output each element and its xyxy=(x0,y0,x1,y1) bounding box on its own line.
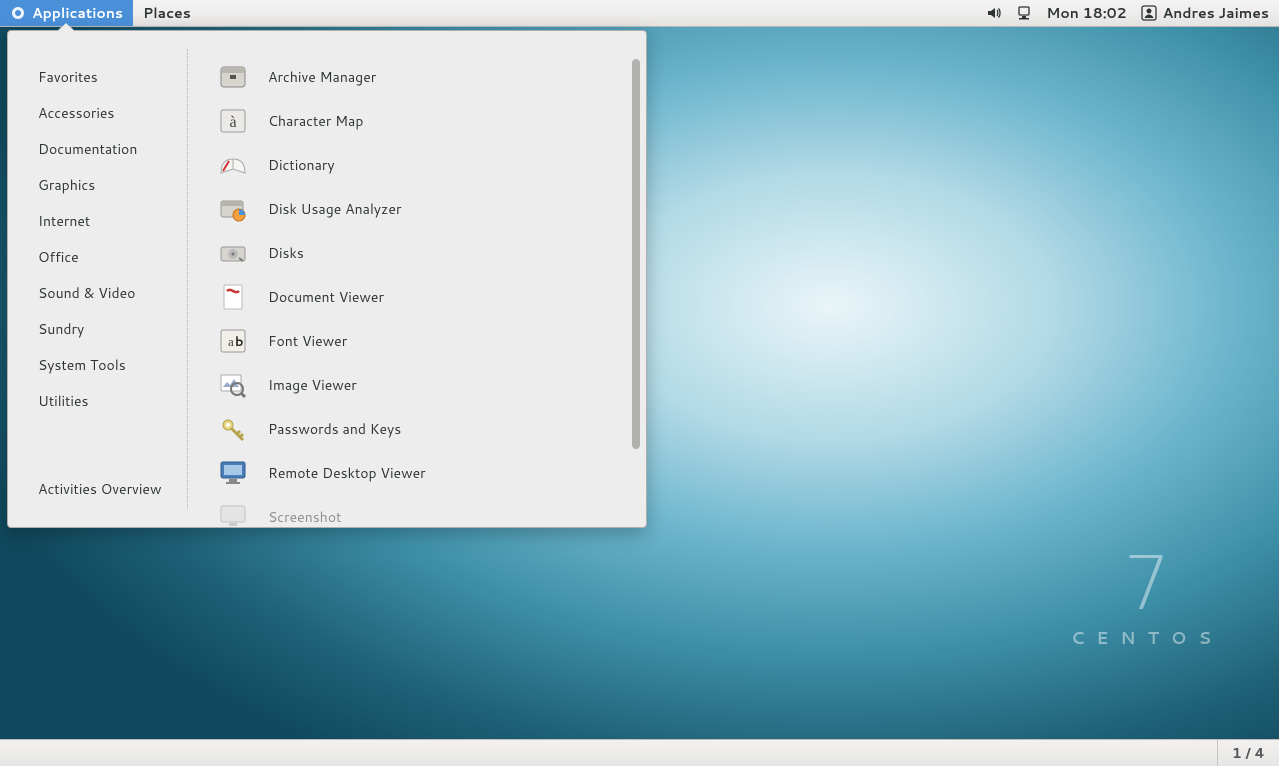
disk-usage-analyzer-icon xyxy=(216,192,250,226)
clock-label: Mon 18:02 xyxy=(1046,3,1126,23)
dictionary-icon xyxy=(216,148,250,182)
network-indicator[interactable] xyxy=(1016,5,1032,21)
category-accessories[interactable]: Accessories xyxy=(8,95,187,131)
document-viewer-icon xyxy=(216,280,250,314)
svg-text:a: a xyxy=(228,334,234,349)
top-panel: Applications Places Mon 18:02 Andres Jai… xyxy=(0,0,1279,27)
volume-indicator[interactable] xyxy=(986,5,1002,21)
workspace-label: 1 / 4 xyxy=(1232,743,1265,763)
app-label: Dictionary xyxy=(268,155,335,175)
app-disk-usage-analyzer[interactable]: Disk Usage Analyzer xyxy=(216,187,632,231)
category-graphics[interactable]: Graphics xyxy=(8,167,187,203)
app-remote-desktop-viewer[interactable]: Remote Desktop Viewer xyxy=(216,451,632,495)
app-font-viewer[interactable]: ab Font Viewer xyxy=(216,319,632,363)
bottom-panel: 1 / 4 xyxy=(0,739,1279,766)
system-tray: Mon 18:02 Andres Jaimes xyxy=(986,0,1279,26)
app-label: Font Viewer xyxy=(268,331,347,351)
category-sundry[interactable]: Sundry xyxy=(8,311,187,347)
app-list-scrollbar[interactable] xyxy=(632,59,640,449)
app-image-viewer[interactable]: Image Viewer xyxy=(216,363,632,407)
places-menu-button[interactable]: Places xyxy=(133,0,201,26)
svg-text:à: à xyxy=(229,114,236,131)
passwords-keys-icon xyxy=(216,412,250,446)
remote-desktop-icon xyxy=(216,456,250,490)
app-label: Remote Desktop Viewer xyxy=(268,463,426,483)
image-viewer-icon xyxy=(216,368,250,402)
category-documentation[interactable]: Documentation xyxy=(8,131,187,167)
app-label: Disks xyxy=(268,243,304,263)
places-menu-label: Places xyxy=(143,3,191,23)
menu-apps-pane: Archive Manager à Character Map Dictiona… xyxy=(188,31,646,527)
app-passwords-and-keys[interactable]: Passwords and Keys xyxy=(216,407,632,451)
svg-text:b: b xyxy=(235,333,244,351)
app-label: Screenshot xyxy=(268,507,341,527)
category-system-tools[interactable]: System Tools xyxy=(8,347,187,383)
user-menu-label: Andres Jaimes xyxy=(1163,3,1269,23)
app-document-viewer[interactable]: Document Viewer xyxy=(216,275,632,319)
app-disks[interactable]: Disks xyxy=(216,231,632,275)
app-screenshot[interactable]: Screenshot xyxy=(216,495,632,527)
app-label: Character Map xyxy=(268,111,363,131)
app-label: Archive Manager xyxy=(268,67,376,87)
category-office[interactable]: Office xyxy=(8,239,187,275)
app-label: Disk Usage Analyzer xyxy=(268,199,401,219)
category-utilities[interactable]: Utilities xyxy=(8,383,187,419)
applications-menu-label: Applications xyxy=(32,3,123,23)
app-label: Passwords and Keys xyxy=(268,419,401,439)
app-label: Document Viewer xyxy=(268,287,384,307)
user-icon xyxy=(1141,5,1157,21)
app-dictionary[interactable]: Dictionary xyxy=(216,143,632,187)
desktop-branding: 7 CENTOS xyxy=(1071,551,1223,650)
activities-overview-button[interactable]: Activities Overview xyxy=(8,467,187,509)
app-label: Image Viewer xyxy=(268,375,357,395)
workspace-switcher[interactable]: 1 / 4 xyxy=(1217,740,1279,766)
app-archive-manager[interactable]: Archive Manager xyxy=(216,55,632,99)
user-menu[interactable]: Andres Jaimes xyxy=(1141,3,1269,23)
archive-manager-icon xyxy=(216,60,250,94)
category-sound-video[interactable]: Sound & Video xyxy=(8,275,187,311)
brand-name: CENTOS xyxy=(1071,626,1223,650)
app-list: Archive Manager à Character Map Dictiona… xyxy=(216,55,632,527)
app-character-map[interactable]: à Character Map xyxy=(216,99,632,143)
network-icon xyxy=(1016,5,1032,21)
category-internet[interactable]: Internet xyxy=(8,203,187,239)
disks-icon xyxy=(216,236,250,270)
brand-version: 7 xyxy=(1071,551,1223,618)
screenshot-icon xyxy=(216,500,250,527)
volume-icon xyxy=(986,5,1002,21)
menu-categories-pane: Favorites Accessories Documentation Grap… xyxy=(8,49,188,509)
character-map-icon: à xyxy=(216,104,250,138)
os-logo-icon xyxy=(10,5,26,21)
applications-menu-popup: Favorites Accessories Documentation Grap… xyxy=(7,30,647,528)
clock[interactable]: Mon 18:02 xyxy=(1046,3,1126,23)
font-viewer-icon: ab xyxy=(216,324,250,358)
category-favorites[interactable]: Favorites xyxy=(8,59,187,95)
